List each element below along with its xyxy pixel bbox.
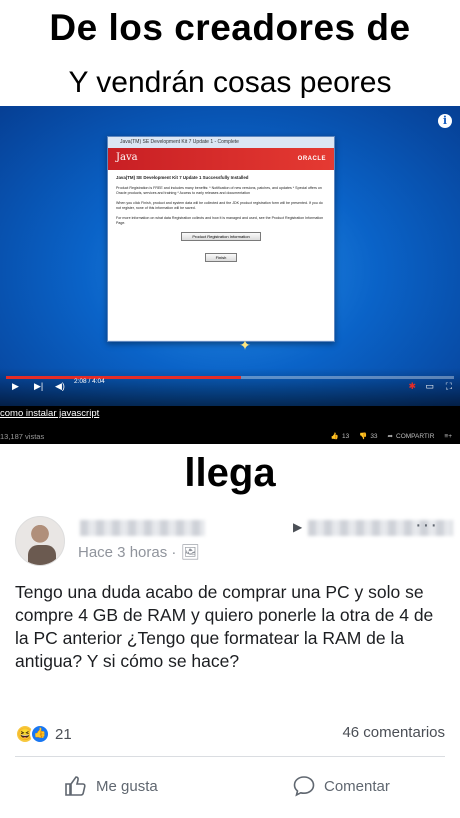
dislike-action[interactable]: 👎 33 xyxy=(359,432,378,441)
fullscreen-icon[interactable]: ⛶ xyxy=(446,380,452,392)
comments-count[interactable]: 46 comentarios xyxy=(342,724,445,741)
dialog-text-1: Product Registration is FREE and include… xyxy=(116,186,322,195)
add-to-playlist-icon[interactable]: ≡+ xyxy=(444,433,452,440)
dialog-body: Java(TM) SE Development Kit 7 Update 1 S… xyxy=(108,170,334,340)
post-time-text: Hace 3 horas · xyxy=(78,544,177,561)
dialog-text-2: When you click Finish, product and syste… xyxy=(116,201,323,210)
photo-icon: 🖼 xyxy=(180,544,200,561)
share-label: COMPARTIR xyxy=(396,432,435,440)
share-action[interactable]: ➦ COMPARTIR xyxy=(387,432,435,441)
like-label: Me gusta xyxy=(96,777,158,795)
censored-name: ▶ xyxy=(80,520,453,538)
registration-info-button[interactable]: Product Registration Information xyxy=(181,232,261,241)
divider xyxy=(15,756,445,757)
thumbs-up-icon: 👍 xyxy=(330,433,339,440)
dialog-banner: Java ORACLE xyxy=(108,148,334,170)
miniplayer-icon[interactable]: ▭ xyxy=(425,380,434,392)
arrow-right-icon: ▶ xyxy=(293,520,303,534)
settings-icon[interactable]: ✱ xyxy=(408,380,416,392)
thumbs-up-icon xyxy=(65,776,86,796)
next-icon[interactable]: ▶| xyxy=(34,380,43,392)
like-reaction-icon: 👍 xyxy=(30,724,50,744)
video-player[interactable]: i Java(TM) SE Development Kit 7 Update 1… xyxy=(0,106,460,444)
like-button[interactable]: Me gusta xyxy=(64,774,158,798)
meme-sub-caption: Y vendrán cosas peores xyxy=(68,66,392,99)
video-views: 13,187 vistas xyxy=(0,432,45,441)
meme-middle-caption: llega xyxy=(184,451,276,495)
installer-dialog: Java(TM) SE Development Kit 7 Update 1 -… xyxy=(107,136,335,342)
play-icon[interactable]: ▶ xyxy=(12,380,19,392)
share-icon: ➦ xyxy=(387,433,393,440)
dialog-text-3: For more information on what data Regist… xyxy=(116,216,324,225)
comment-label: Comentar xyxy=(324,777,390,795)
video-actions: 👍 13 👎 33 ➦ COMPARTIR ≡+ xyxy=(330,432,452,441)
reaction-count: 21 xyxy=(55,725,72,743)
java-logo: Java xyxy=(116,152,138,163)
comment-button[interactable]: Comentar xyxy=(292,774,390,798)
info-icon[interactable]: i xyxy=(438,114,452,128)
video-controls xyxy=(0,368,460,406)
comment-icon xyxy=(293,776,315,797)
meme-top-caption: De los creadores de xyxy=(49,7,411,48)
like-count: 13 xyxy=(341,432,350,440)
dislike-count: 33 xyxy=(370,432,378,440)
post-text: Tengo una duda acabo de comprar una PC y… xyxy=(15,582,434,671)
finish-button[interactable]: Finish xyxy=(205,253,237,262)
time-display: 2:08 / 4:04 xyxy=(74,378,105,385)
sparkle-icon: ✦ xyxy=(239,337,251,353)
more-options-icon[interactable]: ··· xyxy=(415,514,438,537)
dialog-heading: Java(TM) SE Development Kit 7 Update 1 S… xyxy=(116,175,249,180)
progress-fill xyxy=(6,376,242,379)
avatar[interactable] xyxy=(15,516,65,566)
video-title[interactable]: como instalar javascript xyxy=(0,408,99,419)
post-time: Hace 3 horas · 🖼 xyxy=(78,543,200,561)
video-frame: i Java(TM) SE Development Kit 7 Update 1… xyxy=(0,106,460,406)
volume-icon[interactable]: ◀) xyxy=(55,380,65,392)
thumbs-down-icon: 👎 xyxy=(359,433,368,440)
oracle-logo: ORACLE xyxy=(297,156,326,162)
dialog-title: Java(TM) SE Development Kit 7 Update 1 -… xyxy=(108,137,334,148)
reactions-summary[interactable]: 😆 👍 21 xyxy=(15,724,72,744)
like-action[interactable]: 👍 13 xyxy=(330,432,350,441)
